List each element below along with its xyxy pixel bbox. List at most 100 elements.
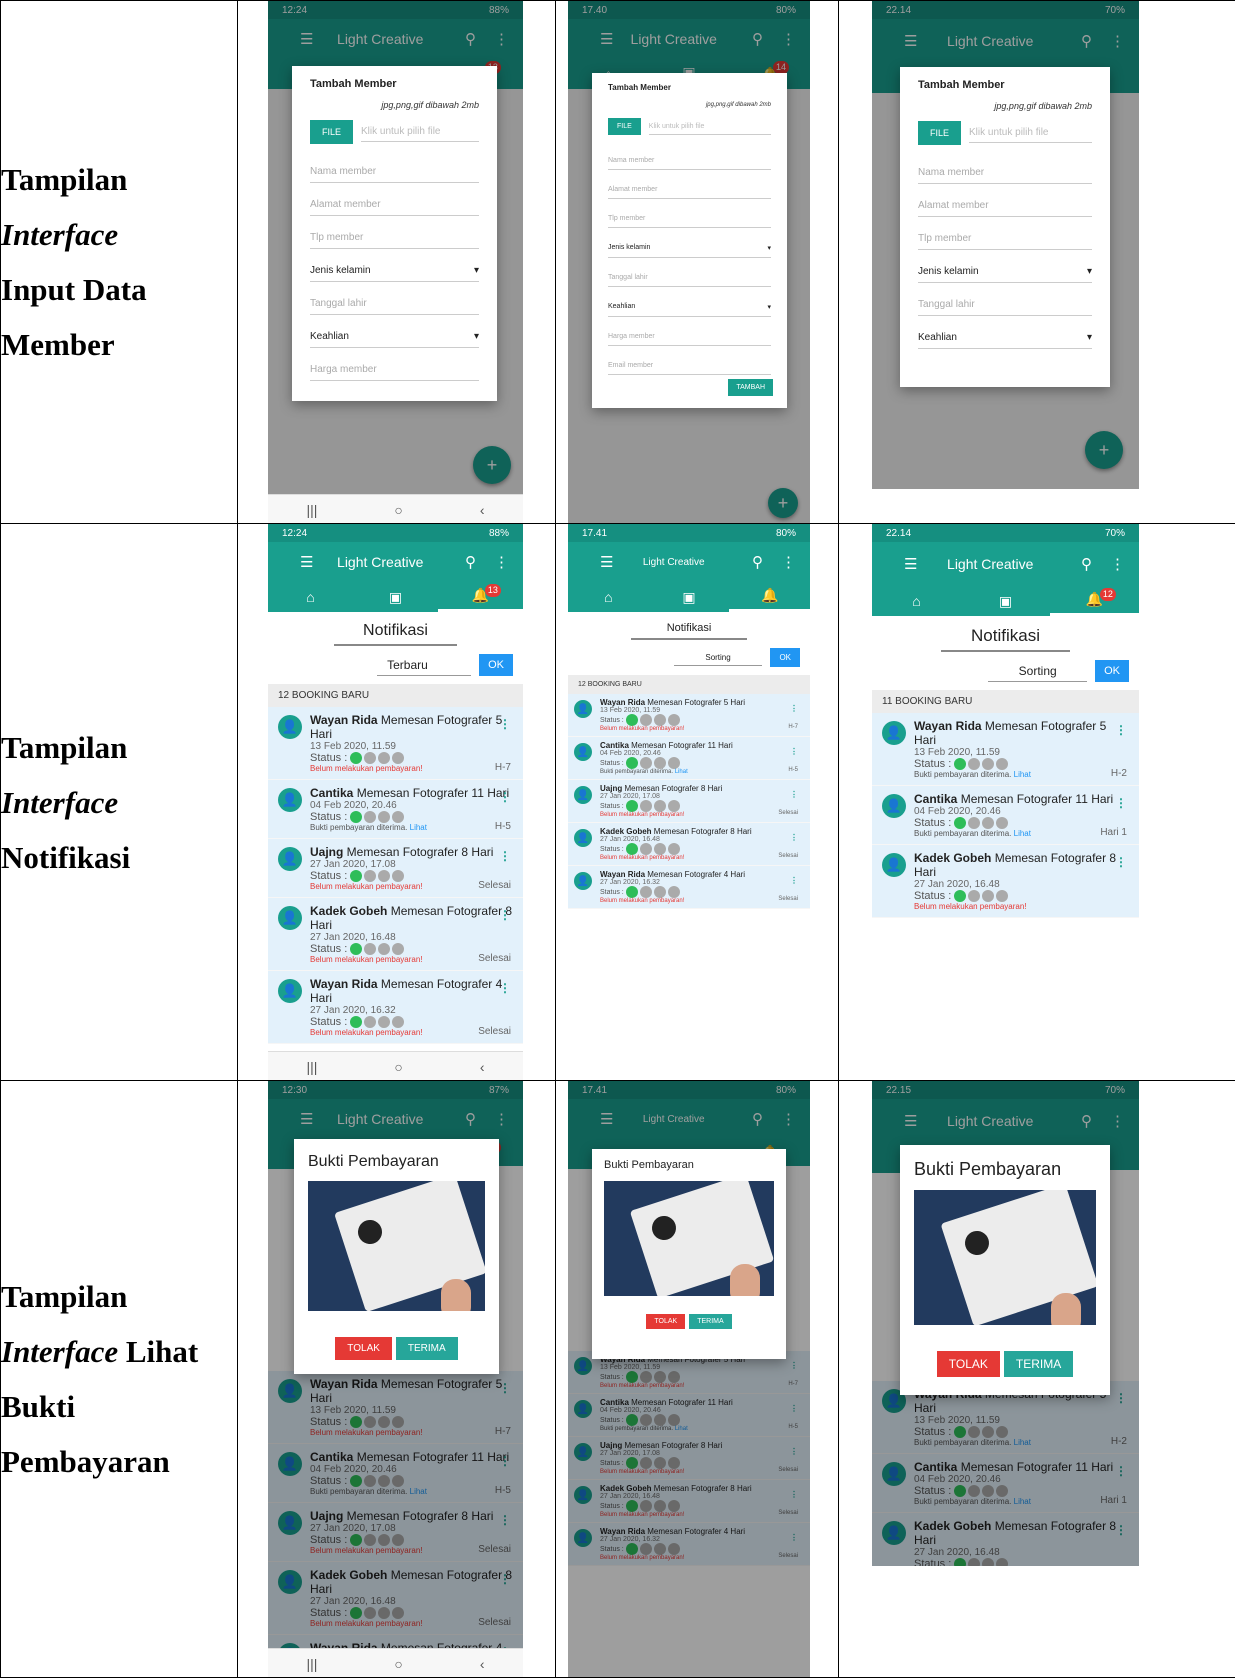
member-tab-icon[interactable]: ▣: [961, 586, 1050, 616]
more-icon[interactable]: ⋮: [1110, 555, 1125, 573]
notif-item[interactable]: 👤⋮Cantika Memesan Fotografer 11 Hari04 F…: [872, 786, 1139, 845]
more-icon[interactable]: ⋮: [781, 553, 796, 571]
sort-select[interactable]: Sorting: [988, 661, 1087, 682]
notif-item[interactable]: 👤⋮Cantika Memesan Fotografer 11 Hari04 F…: [268, 780, 523, 839]
more-icon[interactable]: ⋮: [1115, 855, 1127, 869]
lihat-link[interactable]: Lihat: [675, 769, 688, 775]
recents-icon[interactable]: |||: [306, 502, 317, 518]
notif-item[interactable]: 👤⋮Wayan Rida Memesan Fotografer 5 Hari13…: [568, 694, 810, 737]
bell-icon[interactable]: 🔔13: [438, 582, 523, 612]
notif-item[interactable]: 👤⋮Uajng Memesan Fotografer 8 Hari27 Jan …: [268, 839, 523, 898]
notif-item[interactable]: 👤⋮Kadek Gobeh Memesan Fotografer 8 Hari2…: [268, 898, 523, 971]
search-icon[interactable]: ⚲: [752, 553, 763, 571]
nama-field[interactable]: Nama member: [608, 141, 771, 170]
more-icon[interactable]: ⋮: [1115, 796, 1127, 810]
more-icon[interactable]: ⋮: [790, 833, 798, 842]
notif-item[interactable]: 👤⋮Uajng Memesan Fotografer 8 Hari27 Jan …: [568, 780, 810, 823]
tlp-field[interactable]: Tlp member: [918, 217, 1092, 250]
more-icon[interactable]: ⋮: [499, 790, 511, 804]
more-icon[interactable]: ⋮: [790, 704, 798, 713]
home-icon[interactable]: ⌂: [268, 582, 353, 612]
more-icon[interactable]: ⋮: [499, 908, 511, 922]
home-icon[interactable]: ⌂: [872, 586, 961, 616]
notif-item[interactable]: 👤⋮Wayan Rida Memesan Fotografer 4 Hari27…: [568, 866, 810, 909]
home-icon[interactable]: ⌂: [568, 582, 649, 612]
terima-button[interactable]: TERIMA: [1004, 1351, 1073, 1377]
notif-item[interactable]: 👤⋮Cantika Memesan Fotografer 11 Hari04 F…: [568, 737, 810, 780]
file-button[interactable]: FILE: [608, 118, 641, 135]
email-field[interactable]: Email member: [608, 346, 771, 375]
tlp-field[interactable]: Tlp member: [608, 199, 771, 228]
search-icon[interactable]: ⚲: [1081, 555, 1092, 573]
back-icon[interactable]: ‹: [480, 502, 485, 518]
notif-item[interactable]: 👤⋮Kadek Gobeh Memesan Fotografer 8 Hari2…: [568, 823, 810, 866]
tanggal-field[interactable]: Tanggal lahir: [918, 283, 1092, 316]
search-icon[interactable]: ⚲: [465, 553, 476, 571]
file-button[interactable]: FILE: [310, 120, 353, 144]
alamat-field[interactable]: Alamat member: [608, 170, 771, 199]
notif-item[interactable]: 👤⋮Kadek Gobeh Memesan Fotografer 8 Hari2…: [872, 845, 1139, 918]
file-input[interactable]: Klik untuk pilih file: [969, 123, 1092, 143]
more-icon[interactable]: ⋮: [499, 981, 511, 995]
home-nav-icon[interactable]: ○: [394, 1656, 402, 1672]
tanggal-field[interactable]: Tanggal lahir: [310, 282, 479, 315]
notif-item[interactable]: 👤⋮Wayan Rida Memesan Fotografer 5 Hari13…: [872, 713, 1139, 786]
alamat-field[interactable]: Alamat member: [310, 183, 479, 216]
back-icon[interactable]: ‹: [480, 1059, 485, 1075]
harga-field[interactable]: Harga member: [608, 317, 771, 346]
notif-item[interactable]: 👤⋮Wayan Rida Memesan Fotografer 5 Hari13…: [268, 707, 523, 780]
ok-button[interactable]: OK: [770, 648, 800, 667]
terima-button[interactable]: TERIMA: [396, 1337, 458, 1360]
notif-item[interactable]: 👤⋮Wayan Rida Memesan Fotografer 4 Hari27…: [268, 971, 523, 1044]
more-icon[interactable]: ⋮: [790, 876, 798, 885]
nama-field[interactable]: Nama member: [918, 151, 1092, 184]
menu-icon[interactable]: ☰: [300, 553, 313, 571]
keahlian-select[interactable]: Keahlian▾: [310, 315, 479, 348]
tolak-button[interactable]: TOLAK: [937, 1351, 1000, 1377]
bell-icon[interactable]: 🔔12: [1050, 586, 1139, 616]
lihat-link[interactable]: Lihat: [410, 823, 427, 832]
jenis-select[interactable]: Jenis kelamin▾: [310, 249, 479, 282]
more-icon[interactable]: ⋮: [499, 849, 511, 863]
member-tab-icon[interactable]: ▣: [649, 582, 730, 612]
tolak-button[interactable]: TOLAK: [335, 1337, 392, 1360]
keahlian-select[interactable]: Keahlian▾: [918, 316, 1092, 349]
tolak-button[interactable]: TOLAK: [646, 1314, 685, 1329]
jenis-select[interactable]: Jenis kelamin▾: [608, 228, 771, 258]
lihat-link[interactable]: Lihat: [1014, 770, 1031, 779]
more-icon[interactable]: ⋮: [494, 553, 509, 571]
home-nav-icon[interactable]: ○: [394, 1059, 402, 1075]
harga-field[interactable]: Harga member: [310, 348, 479, 381]
sort-select[interactable]: Terbaru: [377, 655, 471, 676]
screenshot-cell: 12:2488% ☰Light Creative⚲⋮ ⌂▣🔔13 Notifik…: [238, 524, 556, 1081]
member-tab-icon[interactable]: ▣: [353, 582, 438, 612]
keahlian-select[interactable]: Keahlian▾: [608, 287, 771, 317]
more-icon[interactable]: ⋮: [790, 747, 798, 756]
order-date: 27 Jan 2020, 16.32: [600, 879, 802, 886]
more-icon[interactable]: ⋮: [1115, 723, 1127, 737]
back-icon[interactable]: ‹: [480, 1656, 485, 1672]
tlp-field[interactable]: Tlp member: [310, 216, 479, 249]
recents-icon[interactable]: |||: [306, 1656, 317, 1672]
nama-field[interactable]: Nama member: [310, 150, 479, 183]
recents-icon[interactable]: |||: [306, 1059, 317, 1075]
jenis-select[interactable]: Jenis kelamin▾: [918, 250, 1092, 283]
ok-button[interactable]: OK: [479, 654, 513, 676]
ok-button[interactable]: OK: [1095, 660, 1129, 682]
terima-button[interactable]: TERIMA: [689, 1314, 731, 1329]
tanggal-field[interactable]: Tanggal lahir: [608, 258, 771, 287]
sort-select[interactable]: Sorting: [674, 650, 763, 666]
more-icon[interactable]: ⋮: [499, 717, 511, 731]
file-button[interactable]: FILE: [918, 121, 961, 145]
menu-icon[interactable]: ☰: [600, 553, 613, 571]
tab-bar: ⌂▣🔔: [568, 582, 810, 612]
more-icon[interactable]: ⋮: [790, 790, 798, 799]
bell-icon[interactable]: 🔔: [729, 582, 810, 612]
file-input[interactable]: Klik untuk pilih file: [649, 119, 771, 135]
file-input[interactable]: Klik untuk pilih file: [361, 122, 479, 142]
menu-icon[interactable]: ☰: [904, 555, 917, 573]
alamat-field[interactable]: Alamat member: [918, 184, 1092, 217]
home-nav-icon[interactable]: ○: [394, 502, 402, 518]
tambah-button[interactable]: TAMBAH: [728, 379, 773, 396]
lihat-link[interactable]: Lihat: [1014, 829, 1031, 838]
